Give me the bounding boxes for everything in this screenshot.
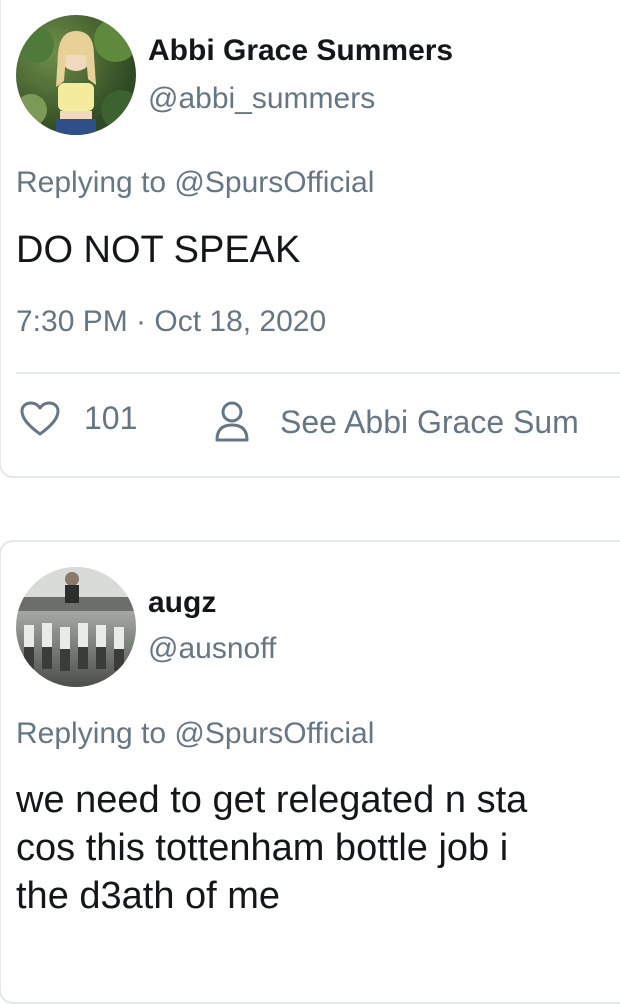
tweet-text: DO NOT SPEAK — [16, 226, 300, 274]
tweet-text-line: DO NOT SPEAK — [16, 229, 301, 271]
user-handle[interactable]: @ausnoff — [148, 632, 276, 666]
avatar[interactable] — [16, 15, 136, 135]
tweet-text: we need to get relegated n sta cos this … — [16, 776, 527, 920]
tweet-text-line: the d3ath of me — [16, 875, 281, 917]
user-handle[interactable]: @abbi_summers — [148, 82, 375, 116]
replying-to[interactable]: Replying to @SpursOfficial — [16, 717, 374, 751]
replying-to[interactable]: Replying to @SpursOfficial — [16, 166, 374, 200]
profile-photo-icon — [16, 567, 136, 671]
like-button[interactable]: 101 — [20, 400, 137, 437]
display-name[interactable]: Abbi Grace Summers — [148, 34, 453, 68]
display-name[interactable]: augz — [148, 586, 216, 620]
see-profile-link[interactable]: See Abbi Grace Sum — [214, 400, 579, 444]
see-profile-label: See Abbi Grace Sum — [280, 403, 579, 440]
tweet-text-line: we need to get relegated n sta — [16, 779, 528, 821]
tweet-text-line: cos this tottenham bottle job i — [16, 827, 509, 869]
avatar[interactable] — [16, 567, 136, 687]
person-icon — [215, 401, 249, 442]
heart-icon — [20, 401, 60, 435]
like-count: 101 — [84, 400, 138, 436]
divider — [16, 372, 620, 374]
profile-photo-icon — [16, 18, 136, 135]
timestamp[interactable]: 7:30 PM · Oct 18, 2020 — [16, 305, 326, 339]
